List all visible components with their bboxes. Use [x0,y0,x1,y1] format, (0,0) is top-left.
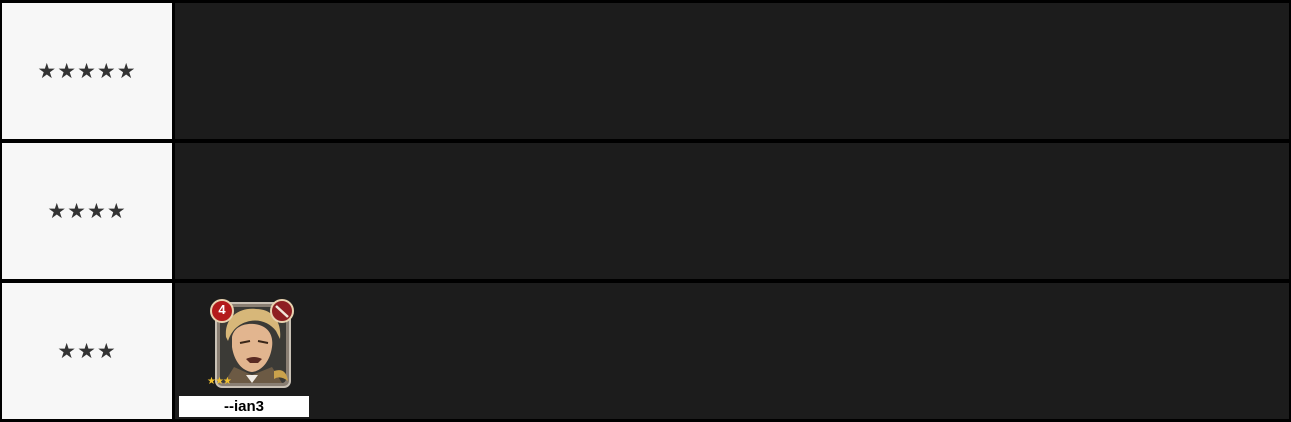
tier-stars: ★★★★★ [37,59,137,83]
tier-list: ★★★★★ ★★★★ ★★★ 4 ★★★ --ian3 [0,0,1291,422]
tier-label[interactable]: ★★★★ [2,143,172,279]
tier-drop-zone[interactable] [175,143,1289,279]
tier-stars: ★★★★ [47,199,127,223]
rarity-stars: ★★★ [207,376,232,387]
weapon-badge-icon [271,300,293,322]
tier-row-three-star: ★★★ 4 ★★★ --ian3 [0,283,1291,421]
tier-drop-zone[interactable]: 4 ★★★ --ian3 [175,283,1289,419]
character-portrait: 4 ★★★ [207,297,296,391]
tier-label[interactable]: ★★★★★ [2,3,172,139]
character-card[interactable]: 4 ★★★ --ian3 [179,295,309,419]
tier-drop-zone[interactable] [175,3,1289,139]
tier-row-four-star: ★★★★ [0,143,1291,281]
tier-stars: ★★★ [57,339,117,363]
tier-label[interactable]: ★★★ [2,283,172,419]
character-name: --ian3 [179,396,309,417]
tier-row-five-star: ★★★★★ [0,3,1291,141]
level-badge-text: 4 [218,302,226,317]
